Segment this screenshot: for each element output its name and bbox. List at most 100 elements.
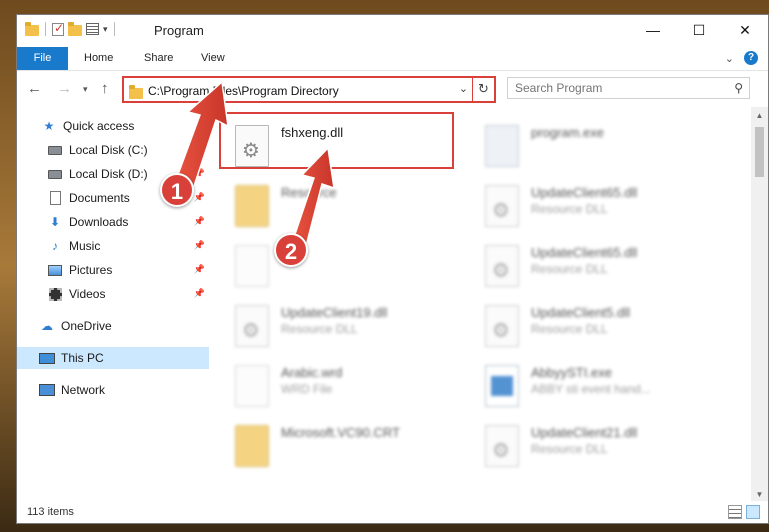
dll-file-icon <box>235 305 269 347</box>
properties-icon[interactable] <box>86 23 99 35</box>
address-bar[interactable]: C:\Program Files\Program Directory ⌄ ↻ <box>122 76 496 103</box>
details-view-icon[interactable] <box>728 505 742 519</box>
file-name: fshxeng.dll <box>281 125 344 140</box>
vertical-scrollbar[interactable]: ▲ ▼ <box>751 107 768 503</box>
list-item[interactable]: UpdateClient19.dll Resource DLL <box>223 299 463 357</box>
file-type: Resource DLL <box>281 322 358 336</box>
list-item[interactable]: UpdateClient5.dll Resource DLL <box>473 299 713 357</box>
file-name: Resource <box>281 185 337 200</box>
chevron-down-icon[interactable]: ▾ <box>103 24 108 35</box>
back-arrow-icon[interactable]: ← <box>27 80 42 97</box>
nav-item-downloads[interactable]: ⬇ Downloads 📌 <box>17 211 209 233</box>
tab-home[interactable]: Home <box>78 47 119 70</box>
file-type: WRD File <box>281 382 333 396</box>
step-2-badge: 2 <box>274 233 308 267</box>
nav-label: Music <box>69 239 101 253</box>
view-toggle <box>728 505 760 519</box>
search-icon[interactable]: ⚲ <box>734 81 743 95</box>
pin-icon[interactable]: 📌 <box>194 192 205 203</box>
documents-icon <box>47 190 63 206</box>
file-explorer-window: ▾ Program — ☐ ✕ File Home Share View ⌄ ?… <box>16 14 769 524</box>
window-title: Program <box>154 23 204 38</box>
dll-file-icon <box>235 125 269 167</box>
chevron-down-icon[interactable]: ⌄ <box>459 82 468 95</box>
properties-check-icon[interactable] <box>52 21 64 36</box>
list-item[interactable]: fshxeng.dll <box>223 119 463 177</box>
list-item[interactable]: Resource <box>223 179 463 237</box>
tab-view[interactable]: View <box>195 47 231 70</box>
exe-file-icon <box>485 125 519 167</box>
file-name: program.exe <box>531 125 604 140</box>
nav-item-videos[interactable]: Videos 📌 <box>17 283 209 305</box>
pin-icon[interactable]: 📌 <box>194 216 205 227</box>
list-item[interactable]: UpdateClient65.dll Resource DLL <box>473 239 713 297</box>
disk-icon <box>47 142 63 158</box>
dll-file-icon <box>485 245 519 287</box>
file-type: Resource DLL <box>531 262 608 276</box>
expand-ribbon-icon[interactable]: ⌄ <box>725 52 734 65</box>
search-box[interactable]: ⚲ <box>507 77 750 99</box>
nav-label: OneDrive <box>61 319 112 333</box>
nav-item-pictures[interactable]: Pictures 📌 <box>17 259 209 281</box>
file-name: UpdateClient5.dll <box>531 305 631 320</box>
item-count: 113 items <box>27 506 74 518</box>
nav-label: Pictures <box>69 263 113 277</box>
nav-network[interactable]: Network <box>17 379 209 401</box>
file-name: AbbyySTI.exe <box>531 365 612 380</box>
folder-icon <box>235 425 269 467</box>
pin-icon[interactable]: 📌 <box>194 264 205 275</box>
forward-arrow-icon[interactable]: → <box>57 80 72 97</box>
address-path[interactable]: C:\Program Files\Program Directory <box>148 84 339 98</box>
navigation-pane: ★ Quick access Local Disk (C:) Local Dis… <box>17 107 209 497</box>
nav-item-music[interactable]: ♪ Music 📌 <box>17 235 209 257</box>
pin-icon[interactable]: 📌 <box>194 240 205 251</box>
file-type: Resource DLL <box>531 322 608 336</box>
list-item[interactable]: k <box>223 239 463 297</box>
close-button[interactable]: ✕ <box>722 15 768 45</box>
blank-file-icon <box>235 245 269 287</box>
nav-this-pc[interactable]: This PC <box>17 347 209 369</box>
list-item[interactable]: Microsoft.VC90.CRT <box>223 419 463 477</box>
up-arrow-icon[interactable]: ↑ <box>101 80 109 97</box>
maximize-button[interactable]: ☐ <box>676 15 722 45</box>
file-name: UpdateClient65.dll <box>531 185 638 200</box>
tab-share[interactable]: Share <box>138 47 179 70</box>
quick-access-toolbar: ▾ <box>25 21 117 36</box>
network-icon <box>39 382 55 398</box>
videos-icon <box>47 286 63 302</box>
list-item[interactable]: UpdateClient21.dll Resource DLL <box>473 419 713 477</box>
scroll-up-icon[interactable]: ▲ <box>751 107 768 124</box>
recent-chevron-icon[interactable]: ▾ <box>83 84 88 95</box>
window-controls: — ☐ ✕ <box>630 15 768 45</box>
file-name: UpdateClient19.dll <box>281 305 388 320</box>
help-icon[interactable]: ? <box>744 51 758 65</box>
file-type: Resource DLL <box>531 202 608 216</box>
folder-icon <box>235 185 269 227</box>
tab-file[interactable]: File <box>17 47 68 70</box>
folder-icon[interactable] <box>25 21 39 36</box>
file-name: Arabic.wrd <box>281 365 343 380</box>
step-1-badge: 1 <box>160 173 194 207</box>
refresh-icon[interactable]: ↻ <box>472 78 494 101</box>
nav-item-local-disk-c[interactable]: Local Disk (C:) <box>17 139 209 161</box>
tiles-view-icon[interactable] <box>746 505 760 519</box>
nav-onedrive[interactable]: ☁ OneDrive <box>17 315 209 337</box>
music-icon: ♪ <box>52 239 58 253</box>
pin-icon[interactable]: 📌 <box>194 288 205 299</box>
list-item[interactable]: Arabic.wrd WRD File <box>223 359 463 417</box>
separator <box>45 22 46 36</box>
file-name: UpdateClient65.dll <box>531 245 638 260</box>
nav-quick-access[interactable]: ★ Quick access <box>17 115 209 137</box>
nav-label: Quick access <box>63 119 135 133</box>
search-input[interactable] <box>515 78 725 98</box>
list-item[interactable]: AbbyySTI.exe ABBY sti event hand... <box>473 359 713 417</box>
new-folder-icon[interactable] <box>68 21 82 36</box>
blank-file-icon <box>235 365 269 407</box>
minimize-button[interactable]: — <box>630 15 676 45</box>
nav-label: Downloads <box>69 215 129 229</box>
list-item[interactable]: UpdateClient65.dll Resource DLL <box>473 179 713 237</box>
nav-label: Network <box>61 383 106 397</box>
pin-icon[interactable]: 📌 <box>194 168 205 179</box>
list-item[interactable]: program.exe <box>473 119 713 177</box>
scrollbar-thumb[interactable] <box>755 127 764 177</box>
